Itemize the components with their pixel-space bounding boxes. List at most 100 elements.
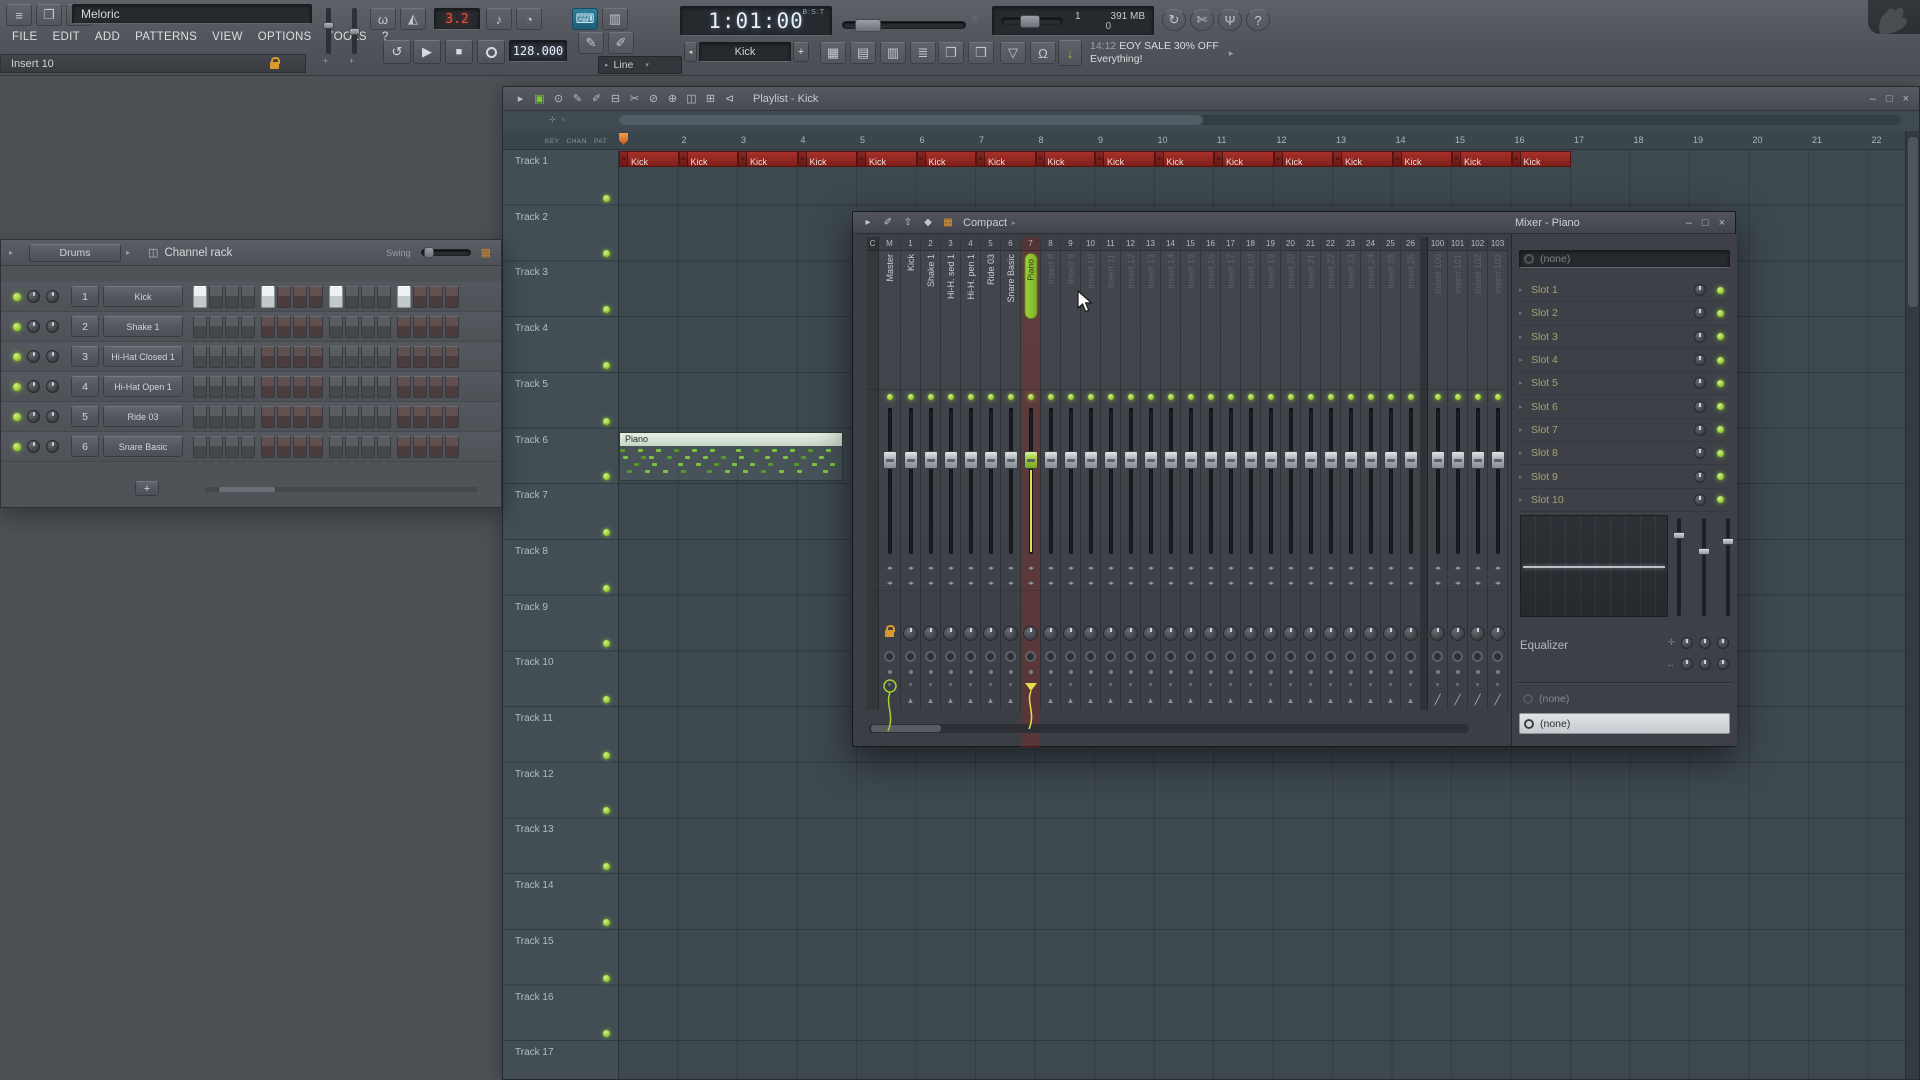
route-arrow[interactable]: ▲: [1001, 690, 1020, 710]
mixer-strip-18[interactable]: 18Insert 18◂▸◂▸▲: [1241, 237, 1261, 710]
slot-enable-led[interactable]: [1717, 310, 1724, 317]
route-arrow[interactable]: ▲: [921, 690, 940, 710]
pan-control[interactable]: ◂▸: [1021, 575, 1040, 590]
mixer-strip-11[interactable]: 11Insert 11◂▸◂▸▲: [1101, 237, 1121, 710]
route-ring-icon[interactable]: [884, 651, 895, 662]
route-ring-icon[interactable]: [1265, 651, 1276, 662]
mixer-strip-15[interactable]: 15Insert 15◂▸◂▸▲: [1181, 237, 1201, 710]
track-led[interactable]: [603, 919, 610, 926]
fader-handle[interactable]: [1722, 538, 1734, 545]
channel-number[interactable]: 2: [71, 316, 99, 337]
project-title-field[interactable]: Meloric: [72, 4, 312, 24]
step-cell[interactable]: [309, 286, 323, 308]
step-cell[interactable]: [225, 346, 239, 368]
route-ring-icon[interactable]: [1245, 651, 1256, 662]
record-button[interactable]: [477, 40, 505, 64]
step-cell[interactable]: [445, 376, 459, 398]
fader[interactable]: [1381, 404, 1400, 560]
route-arrow[interactable]: ▲: [1121, 690, 1140, 710]
slice-icon[interactable]: ✂: [625, 92, 644, 105]
route-ring-icon[interactable]: [1285, 651, 1296, 662]
volume-knob[interactable]: [46, 380, 59, 393]
route-ring-icon[interactable]: [1105, 651, 1116, 662]
pan-control[interactable]: ◂▸: [1201, 575, 1220, 590]
fx-slot[interactable]: ▸Slot 9: [1519, 465, 1730, 488]
send-knob[interactable]: [1323, 626, 1338, 641]
volume-knob[interactable]: [46, 440, 59, 453]
route-icon[interactable]: ⇧: [899, 215, 917, 231]
step-cell[interactable]: [377, 406, 391, 428]
route-arrow[interactable]: ▲: [1361, 690, 1380, 710]
volume-knob[interactable]: [46, 290, 59, 303]
step-cell[interactable]: [329, 346, 343, 368]
step-cell[interactable]: [429, 406, 443, 428]
pan-control[interactable]: ◂▸: [1428, 575, 1447, 590]
filter-icon[interactable]: ▽: [1000, 42, 1026, 64]
step-cell[interactable]: [397, 346, 411, 368]
fader[interactable]: [1081, 404, 1100, 560]
marker-icon[interactable]: ⊞: [701, 92, 720, 105]
stereo-sep-control[interactable]: ◂▸: [1448, 560, 1467, 575]
stereo-sep-control[interactable]: ◂▸: [1181, 560, 1200, 575]
slot-mix-knob[interactable]: [1694, 401, 1706, 413]
fader[interactable]: [1468, 404, 1487, 560]
fader[interactable]: [1101, 404, 1120, 560]
fader[interactable]: [1488, 404, 1507, 560]
pan-control[interactable]: ◂▸: [981, 575, 1000, 590]
pan-control[interactable]: ◂▸: [1141, 575, 1160, 590]
horizontal-scrollbar[interactable]: [619, 115, 1901, 125]
send-knob[interactable]: [903, 626, 918, 641]
fader-handle[interactable]: [1264, 451, 1278, 469]
pan-control[interactable]: ◂▸: [1401, 575, 1420, 590]
slider-thumb[interactable]: [424, 247, 434, 258]
layout-icon[interactable]: ▦: [481, 246, 491, 259]
app-menu-icon[interactable]: ≡: [6, 4, 32, 26]
step-cell[interactable]: [225, 436, 239, 458]
stereo-sep-control[interactable]: ◂▸: [961, 560, 980, 575]
vertical-scrollbar[interactable]: [1905, 131, 1919, 1079]
menu-file[interactable]: FILE: [12, 31, 38, 43]
pan-knob[interactable]: [27, 410, 40, 423]
stereo-sep-control[interactable]: ◂▸: [1381, 560, 1400, 575]
mixer-strip-21[interactable]: 21Insert 21◂▸◂▸▲: [1301, 237, 1321, 710]
fader[interactable]: [1401, 404, 1420, 560]
step-cell[interactable]: [261, 286, 275, 308]
pan-control[interactable]: ◂▸: [879, 575, 900, 590]
route-ring-icon[interactable]: [1145, 651, 1156, 662]
route-arrow[interactable]: ▲: [941, 690, 960, 710]
step-cell[interactable]: [413, 406, 427, 428]
fader[interactable]: [879, 404, 900, 560]
step-cell[interactable]: [225, 286, 239, 308]
fader[interactable]: [1428, 404, 1447, 560]
pan-control[interactable]: ◂▸: [1061, 575, 1080, 590]
route-ring-icon[interactable]: [1125, 651, 1136, 662]
pan-control[interactable]: ◂▸: [1341, 575, 1360, 590]
tempo-panel[interactable]: 128.000: [509, 40, 567, 62]
stereo-sep-control[interactable]: ◂▸: [1301, 560, 1320, 575]
send-knob[interactable]: [1303, 626, 1318, 641]
fader[interactable]: [901, 404, 920, 560]
pan-control[interactable]: ◂▸: [1181, 575, 1200, 590]
send-knob[interactable]: [1223, 626, 1238, 641]
channel-number[interactable]: 1: [71, 286, 99, 307]
graph-grid-icon[interactable]: ▤: [850, 42, 876, 64]
step-cell[interactable]: [377, 286, 391, 308]
route-ring-icon[interactable]: [1472, 651, 1483, 662]
fader-handle[interactable]: [1084, 451, 1098, 469]
fx-slot[interactable]: ▸Slot 8: [1519, 442, 1730, 465]
mixer-strip-16[interactable]: 16Insert 16◂▸◂▸▲: [1201, 237, 1221, 710]
step-cell[interactable]: [397, 286, 411, 308]
slider-thumb[interactable]: [1020, 15, 1040, 28]
route-ring-icon[interactable]: [905, 651, 916, 662]
magnet-icon[interactable]: Ω: [1030, 42, 1056, 64]
fader-handle[interactable]: [1124, 451, 1138, 469]
fader-handle[interactable]: [1064, 451, 1078, 469]
step-cell[interactable]: [429, 376, 443, 398]
mixer-strip-5[interactable]: 5Ride 03◂▸◂▸▲: [981, 237, 1001, 710]
step-grid-icon[interactable]: ▦: [820, 42, 846, 64]
menu-view[interactable]: VIEW: [212, 31, 243, 43]
step-cell[interactable]: [261, 406, 275, 428]
route-arrow[interactable]: ▲: [1241, 690, 1260, 710]
channel-button[interactable]: Ride 03: [103, 406, 183, 427]
step-cell[interactable]: [345, 406, 359, 428]
